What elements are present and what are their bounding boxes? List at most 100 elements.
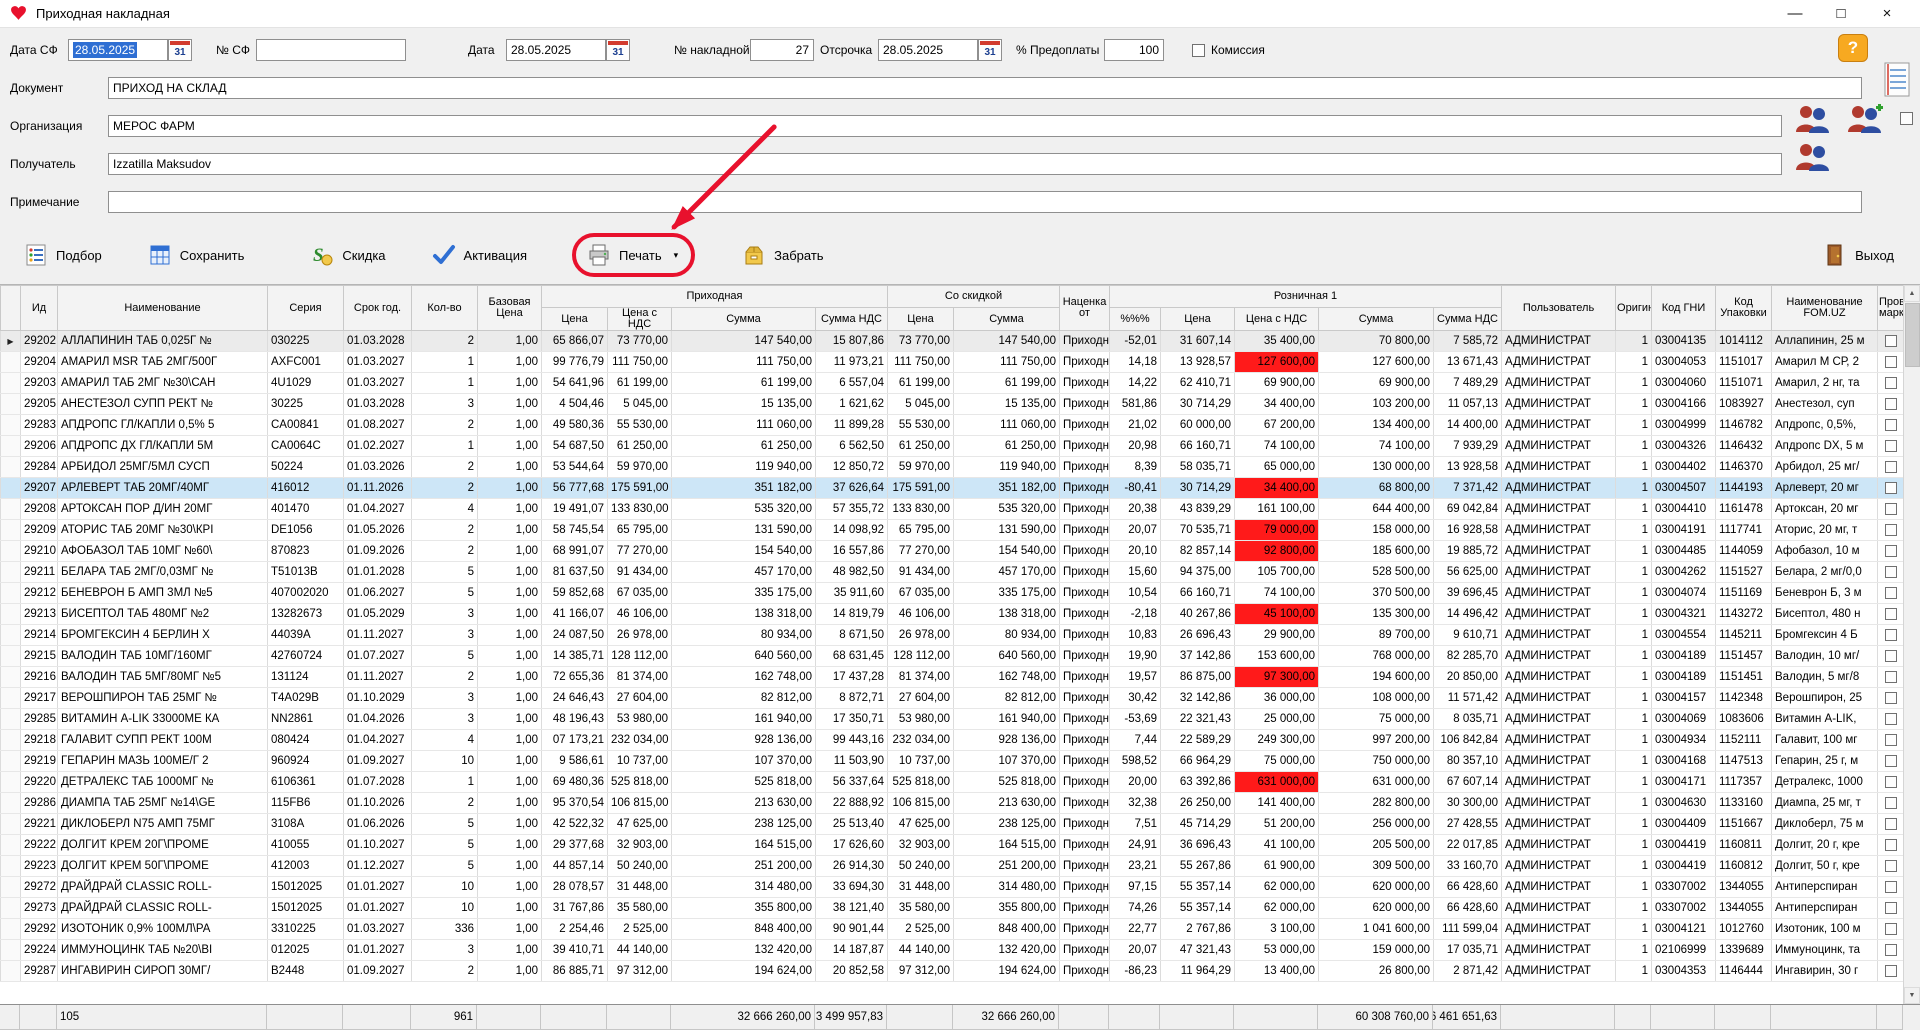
table-row[interactable]: 29213БИСЕПТОЛ ТАБ 480МГ №21328267301.05.… [1, 604, 1904, 625]
column-subheader[interactable]: Сумма [1319, 308, 1434, 331]
row-checkbox[interactable] [1885, 755, 1897, 767]
row-checkbox[interactable] [1885, 839, 1897, 851]
invoice-number-input[interactable] [750, 39, 814, 61]
pick-button[interactable]: Подбор [24, 243, 102, 267]
table-row[interactable]: 29203АМАРИЛ ТАБ 2МГ №30\САН4U102901.03.2… [1, 373, 1904, 394]
column-header[interactable]: Розничная 1 [1110, 286, 1502, 308]
row-checkbox[interactable] [1885, 923, 1897, 935]
table-row[interactable]: ▶29202АЛЛАПИНИН ТАБ 0,025Г №03022501.03.… [1, 331, 1904, 352]
scroll-down-icon[interactable]: ▼ [1904, 987, 1920, 1004]
row-checkbox[interactable] [1885, 398, 1897, 410]
row-checkbox[interactable] [1885, 650, 1897, 662]
maximize-button[interactable]: □ [1818, 5, 1864, 22]
column-subheader[interactable]: Сумма [954, 308, 1060, 331]
column-header[interactable]: Наценка от [1060, 286, 1110, 331]
row-checkbox[interactable] [1885, 524, 1897, 536]
row-checkbox[interactable] [1885, 608, 1897, 620]
scroll-thumb[interactable] [1905, 303, 1920, 367]
scroll-up-icon[interactable]: ▲ [1904, 285, 1920, 302]
column-header[interactable]: Приходная [542, 286, 888, 308]
column-subheader[interactable]: Цена [1161, 308, 1235, 331]
column-header[interactable]: Код Упаковки [1716, 286, 1772, 331]
table-row[interactable]: 29204АМАРИЛ MSR ТАБ 2МГ/500ГAXFC00101.03… [1, 352, 1904, 373]
column-subheader[interactable]: Цена с НДС [608, 308, 672, 331]
table-row[interactable]: 29284АРБИДОЛ 25МГ/5МЛ СУСП5022401.03.202… [1, 457, 1904, 478]
table-row[interactable]: 29286ДИАМПА ТАБ 25МГ №14\GE115FB601.10.2… [1, 793, 1904, 814]
column-header[interactable]: Пользователь [1502, 286, 1616, 331]
take-button[interactable]: Забрать [742, 243, 823, 267]
table-row[interactable]: 29285ВИТАМИН A-LIK 33000МЕ КАNN286101.04… [1, 709, 1904, 730]
row-checkbox[interactable] [1885, 902, 1897, 914]
column-subheader[interactable]: Сумма НДС [1434, 308, 1502, 331]
row-checkbox[interactable] [1885, 377, 1897, 389]
row-checkbox[interactable] [1885, 587, 1897, 599]
row-checkbox[interactable] [1885, 818, 1897, 830]
table-row[interactable]: 29222ДОЛГИТ КРЕМ 20Г\ПРОМЕ41005501.10.20… [1, 835, 1904, 856]
table-row[interactable]: 29214БРОМГЕКСИН 4 БЕРЛИН Х44039A01.11.20… [1, 625, 1904, 646]
row-checkbox[interactable] [1885, 629, 1897, 641]
row-checkbox[interactable] [1885, 713, 1897, 725]
row-checkbox[interactable] [1885, 440, 1897, 452]
deferral-date-input[interactable]: 28.05.2025 [878, 39, 978, 61]
table-row[interactable]: 29211БЕЛАРА ТАБ 2МГ/0,03МГ №T51013B01.01… [1, 562, 1904, 583]
table-row[interactable]: 29209АТОРИС ТАБ 20МГ №30\КРIDE105601.05.… [1, 520, 1904, 541]
column-subheader[interactable]: Цена с НДС [1235, 308, 1319, 331]
column-header[interactable]: Код ГНИ [1652, 286, 1716, 331]
table-row[interactable]: 29206АПДРОПС ДХ ГЛ/КАПЛИ 5МCA0064C01.02.… [1, 436, 1904, 457]
table-row[interactable]: 29216ВАЛОДИН ТАБ 5МГ/80МГ №513112401.11.… [1, 667, 1904, 688]
print-button[interactable]: Печать ▾ [587, 243, 678, 267]
column-header[interactable]: Оригинал [1616, 286, 1652, 331]
add-client-icon[interactable] [1844, 104, 1884, 134]
table-row[interactable]: 29219ГЕПАРИН МАЗЬ 100МЕ/Г 296092401.09.2… [1, 751, 1904, 772]
row-checkbox[interactable] [1885, 734, 1897, 746]
column-header[interactable]: Кол-во [412, 286, 478, 331]
recipient-input[interactable] [108, 153, 1782, 175]
date-sf-input[interactable]: 28.05.2025 [68, 39, 168, 61]
date-calendar-button[interactable]: 31 [606, 39, 630, 61]
table-row[interactable]: 29223ДОЛГИТ КРЕМ 50Г\ПРОМЕ41200301.12.20… [1, 856, 1904, 877]
row-checkbox[interactable] [1885, 671, 1897, 683]
column-subheader[interactable]: %%% [1110, 308, 1161, 331]
minimize-button[interactable]: — [1772, 5, 1818, 22]
recipient-clients-icon[interactable] [1792, 142, 1832, 172]
row-checkbox[interactable] [1885, 503, 1897, 515]
column-header[interactable]: Наименование [58, 286, 268, 331]
clients-icon[interactable] [1792, 104, 1832, 134]
table-row[interactable]: 29287ИНГАВИРИН СИРОП 30МГ/B244801.09.202… [1, 961, 1904, 982]
deferral-calendar-button[interactable]: 31 [978, 39, 1002, 61]
table-row[interactable]: 29218ГАЛАВИТ СУПП РЕКТ 100М08042401.04.2… [1, 730, 1904, 751]
table-row[interactable]: 29292ИЗОТОНИК 0,9% 100МЛ\РА331022501.03.… [1, 919, 1904, 940]
table-row[interactable]: 29210АФОБАЗОЛ ТАБ 10МГ №60\87082301.09.2… [1, 541, 1904, 562]
row-checkbox[interactable] [1885, 419, 1897, 431]
table-row[interactable]: 29208АРТОКСАН ПОР Д/ИН 20МГ40147001.04.2… [1, 499, 1904, 520]
discount-button[interactable]: S Скидка [310, 243, 385, 267]
column-header[interactable]: Наименование FOM.UZ [1772, 286, 1878, 331]
column-header[interactable]: Срок год. [344, 286, 412, 331]
row-checkbox[interactable] [1885, 545, 1897, 557]
row-checkbox[interactable] [1885, 482, 1897, 494]
table-row[interactable]: 29207АРЛЕВЕРТ ТАБ 20МГ/40МГ41601201.11.2… [1, 478, 1904, 499]
column-subheader[interactable]: Цена [888, 308, 954, 331]
column-header[interactable]: Пров марк [1878, 286, 1904, 331]
column-header[interactable] [1, 286, 21, 331]
table-row[interactable]: 29220ДЕТРАЛЕКС ТАБ 1000МГ №610636101.07.… [1, 772, 1904, 793]
row-checkbox[interactable] [1885, 965, 1897, 977]
table-row[interactable]: 29221ДИКЛОБЕРЛ N75 АМП 75МГ3108A01.06.20… [1, 814, 1904, 835]
side-checkbox[interactable] [1900, 112, 1913, 125]
save-button[interactable]: Сохранить [148, 243, 245, 267]
prepayment-input[interactable] [1104, 39, 1164, 61]
activation-button[interactable]: Активация [432, 243, 527, 267]
table-row[interactable]: 29273ДРАЙДРАЙ CLASSIC ROLL-1501202501.01… [1, 898, 1904, 919]
row-checkbox[interactable] [1885, 692, 1897, 704]
table-row[interactable]: 29205АНЕСТЕЗОЛ СУПП РЕКТ №3022501.03.202… [1, 394, 1904, 415]
row-checkbox[interactable] [1885, 797, 1897, 809]
table-row[interactable]: 29212БЕНЕВРОН Б АМП 3МЛ №540700202001.06… [1, 583, 1904, 604]
date-input[interactable]: 28.05.2025 [506, 39, 606, 61]
date-sf-calendar-button[interactable]: 31 [168, 39, 192, 61]
table-row[interactable]: 29283АПДРОПС ГЛ/КАПЛИ 0,5% 5CA0084101.08… [1, 415, 1904, 436]
row-checkbox[interactable] [1885, 776, 1897, 788]
note-input[interactable] [108, 191, 1862, 213]
table-row[interactable]: 29272ДРАЙДРАЙ CLASSIC ROLL-1501202501.01… [1, 877, 1904, 898]
close-button[interactable]: × [1864, 5, 1910, 22]
column-header[interactable]: Со скидкой [888, 286, 1060, 308]
